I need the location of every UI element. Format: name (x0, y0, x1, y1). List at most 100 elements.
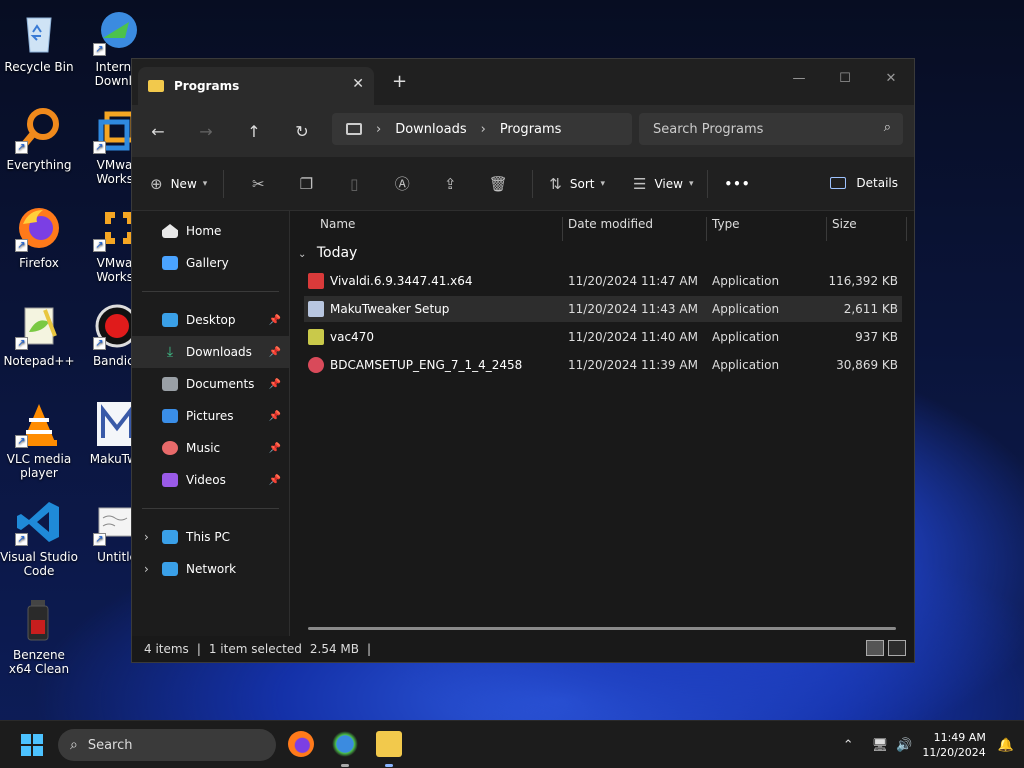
file-date: 11/20/2024 11:39 AM (568, 358, 698, 372)
sidebar-item-label: Desktop (186, 313, 236, 327)
column-header-size[interactable]: Size (832, 217, 857, 231)
vac-icon (308, 329, 324, 345)
volume-icon[interactable]: 🔊 (896, 738, 912, 753)
forward-button[interactable]: → (182, 122, 230, 141)
tab-close-icon[interactable]: ✕ (352, 76, 364, 92)
sidebar-item-label: Videos (186, 473, 226, 487)
rename-icon: Ⓐ (394, 175, 410, 193)
refresh-button[interactable]: ↻ (278, 122, 326, 141)
notification-bell-icon[interactable]: 🔔 (998, 738, 1014, 753)
shortcut-arrow-icon: ↗ (93, 337, 106, 350)
chevron-right-icon[interactable]: › (144, 530, 149, 544)
benzene-icon (15, 596, 63, 644)
desktop-icon-benzene[interactable]: Benzene x64 Clean (0, 596, 78, 676)
back-button[interactable]: ← (134, 122, 182, 141)
sidebar-item-this-pc[interactable]: › This PC (132, 521, 289, 553)
rename-button[interactable]: Ⓐ (378, 157, 426, 211)
view-button[interactable]: ☰ View ▾ (633, 157, 693, 211)
running-indicator (341, 764, 349, 767)
chevron-up-icon[interactable]: ⌃ (843, 738, 854, 753)
column-header-name[interactable]: Name (320, 217, 355, 231)
up-button[interactable]: ↑ (230, 122, 278, 141)
recycle-bin-icon (15, 8, 63, 56)
folder-icon (148, 80, 164, 92)
new-tab-button[interactable]: + (392, 71, 407, 92)
chevron-right-icon[interactable]: › (144, 562, 149, 576)
breadcrumb[interactable]: › Downloads › Programs (332, 113, 632, 145)
column-divider[interactable] (562, 217, 563, 241)
sort-button[interactable]: ⇅ Sort ▾ (549, 157, 605, 211)
divider (142, 508, 279, 509)
share-button[interactable]: ⇪ (426, 157, 474, 211)
sidebar-item-documents[interactable]: Documents 📌 (132, 368, 289, 400)
desktop-icon-vlc[interactable]: ↗ VLC media player (0, 400, 78, 480)
sidebar-item-downloads[interactable]: ⤓ Downloads 📌 (132, 336, 289, 368)
copy-button[interactable]: ❐ (282, 157, 330, 211)
breadcrumb-downloads[interactable]: Downloads (395, 122, 466, 137)
column-header-date[interactable]: Date modified (568, 217, 653, 231)
running-indicator (385, 764, 393, 767)
sidebar-item-home[interactable]: Home (132, 215, 289, 247)
shortcut-arrow-icon: ↗ (93, 239, 106, 252)
network-icon (162, 562, 178, 576)
column-divider[interactable] (706, 217, 707, 241)
sidebar-item-network[interactable]: › Network (132, 553, 289, 585)
breadcrumb-programs[interactable]: Programs (500, 122, 562, 137)
file-row-selected[interactable]: MakuTweaker Setup 11/20/2024 11:43 AM Ap… (304, 296, 902, 322)
column-divider[interactable] (826, 217, 827, 241)
shortcut-arrow-icon: ↗ (15, 141, 28, 154)
search-icon: ⌕ (70, 737, 78, 753)
details-view-button[interactable] (866, 640, 884, 656)
desktop-icon-notepadpp[interactable]: ↗ Notepad++ (0, 302, 78, 368)
minimize-button[interactable]: — (776, 65, 822, 93)
desktop-icon-vscode[interactable]: ↗ Visual Studio Code (0, 498, 78, 578)
taskbar-idm-icon[interactable] (332, 731, 358, 757)
divider (223, 169, 225, 198)
tab-programs[interactable]: Programs ✕ (138, 67, 374, 105)
bandicam-setup-icon (308, 357, 324, 373)
delete-button[interactable]: 🗑 (474, 157, 522, 211)
file-row[interactable]: Vivaldi.6.9.3447.41.x64 11/20/2024 11:47… (304, 268, 902, 294)
cut-button[interactable]: ✂ (234, 157, 282, 211)
file-row[interactable]: BDCAMSETUP_ENG_7_1_4_2458 11/20/2024 11:… (304, 352, 902, 378)
view-icon: ☰ (633, 174, 647, 193)
status-size: 2.54 MB (309, 642, 360, 656)
taskbar-firefox-icon[interactable] (288, 731, 314, 757)
column-header-type[interactable]: Type (712, 217, 740, 231)
new-button[interactable]: ⊕ New ▾ (150, 157, 207, 211)
start-button[interactable] (21, 734, 43, 756)
tab-title: Programs (174, 79, 240, 93)
clock[interactable]: 11:49 AM 11/20/2024 (922, 730, 985, 760)
desktop-icon-everything[interactable]: ↗ Everything (0, 106, 78, 172)
sidebar-item-music[interactable]: Music 📌 (132, 432, 289, 464)
file-type: Application (712, 358, 780, 372)
pin-icon: 📌 (268, 410, 281, 422)
taskbar-file-explorer-icon[interactable] (376, 731, 402, 757)
chevron-right-icon: › (480, 121, 486, 137)
column-divider[interactable] (906, 217, 907, 241)
group-label: Today (316, 245, 358, 261)
search-input[interactable]: Search Programs ⌕ (639, 113, 903, 145)
close-button[interactable]: ✕ (868, 65, 914, 93)
command-bar: ⊕ New ▾ ✂ ❐ ▯ Ⓐ ⇪ 🗑 ⇅ Sort ▾ ☰ View ▾ ••… (132, 157, 914, 211)
horizontal-scrollbar[interactable] (308, 627, 896, 630)
taskbar-search[interactable]: ⌕ Search (58, 729, 276, 761)
videos-icon (162, 473, 178, 487)
maximize-button[interactable]: ☐ (822, 65, 868, 93)
file-list: Name Date modified Type Size ⌄ Today Viv… (290, 211, 914, 636)
more-options-button[interactable]: ••• (724, 157, 750, 211)
sidebar-item-desktop[interactable]: Desktop 📌 (132, 304, 289, 336)
sidebar-item-videos[interactable]: Videos 📌 (132, 464, 289, 496)
network-icon[interactable]: 🖥 (872, 738, 889, 753)
desktop-icon-recycle-bin[interactable]: Recycle Bin (0, 8, 78, 74)
sidebar-item-gallery[interactable]: Gallery (132, 247, 289, 279)
file-date: 11/20/2024 11:47 AM (568, 274, 698, 288)
details-pane-button[interactable]: Details (830, 176, 898, 190)
group-header-today[interactable]: ⌄ Today (298, 245, 357, 261)
desktop-icon-firefox[interactable]: ↗ Firefox (0, 204, 78, 270)
sidebar-item-pictures[interactable]: Pictures 📌 (132, 400, 289, 432)
title-bar[interactable]: Programs ✕ + — ☐ ✕ (132, 59, 914, 105)
file-row[interactable]: vac470 11/20/2024 11:40 AM Application 9… (304, 324, 902, 350)
paste-button[interactable]: ▯ (330, 157, 378, 211)
tiles-view-button[interactable] (888, 640, 906, 656)
